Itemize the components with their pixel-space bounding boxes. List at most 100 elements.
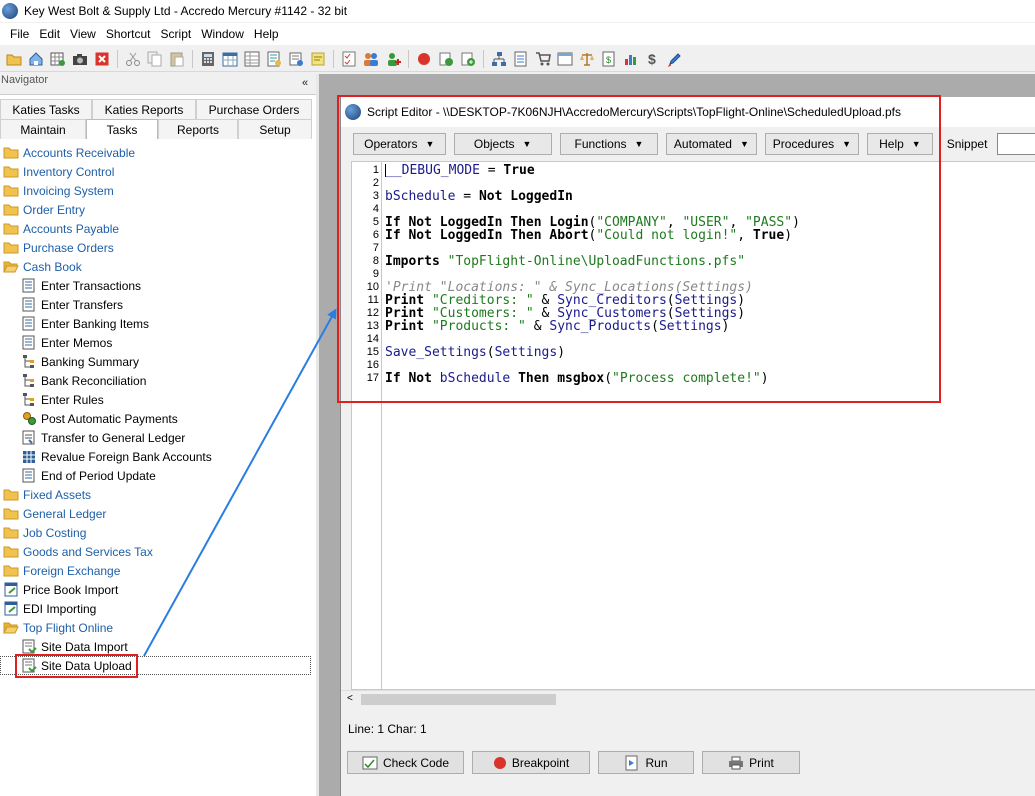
tree-item-bank-reconciliation[interactable]: Bank Reconciliation [0,371,316,390]
operators-dropdown[interactable]: Operators ▼ [353,133,446,155]
check-code-button[interactable]: Check Code [347,751,464,774]
automated-dropdown[interactable]: Automated ▼ [666,133,757,155]
tab-katies-reports[interactable]: Katies Reports [92,99,196,119]
person-add-icon[interactable] [382,49,403,69]
folder-icon [3,165,19,179]
tree-item-general-ledger[interactable]: General Ledger [0,504,316,523]
tree-item-enter-transactions[interactable]: Enter Transactions [0,276,316,295]
tab-tasks[interactable]: Tasks [86,119,158,139]
check-code-icon [362,756,378,770]
tree-item-purchase-orders[interactable]: Purchase Orders [0,238,316,257]
note-icon[interactable] [307,49,328,69]
snippet-input[interactable] [997,133,1035,155]
refresh-green-icon[interactable] [435,49,456,69]
code-token: ) [737,306,746,321]
menu-script[interactable]: Script [156,27,197,41]
scroll-left-icon[interactable]: < [347,693,353,704]
tree-item-enter-memos[interactable]: Enter Memos [0,333,316,352]
scales-icon[interactable] [576,49,597,69]
tree-item-post-automatic-payments[interactable]: Post Automatic Payments [0,409,316,428]
menu-file[interactable]: File [5,27,34,41]
menu-edit[interactable]: Edit [34,27,65,41]
tree-item-site-data-import[interactable]: Site Data Import [0,637,316,656]
tab-setup[interactable]: Setup [238,119,312,139]
tab-maintain[interactable]: Maintain [0,119,86,139]
code-text: Save_Settings(Settings) [385,346,565,359]
copy-icon[interactable] [144,49,165,69]
table-icon[interactable] [241,49,262,69]
dollar-icon[interactable]: $ [642,49,663,69]
add-green-icon[interactable] [457,49,478,69]
rocket-icon[interactable] [664,49,685,69]
stop-icon[interactable] [413,49,434,69]
tree-item-price-book-import[interactable]: Price Book Import [0,580,316,599]
menu-shortcut[interactable]: Shortcut [101,27,156,41]
svg-text:$: $ [606,55,611,65]
line-number: 6 [372,229,379,241]
open-folder-icon[interactable] [3,49,24,69]
tree-item-cash-book[interactable]: Cash Book [0,257,316,276]
document-icon[interactable] [285,49,306,69]
camera-icon[interactable] [69,49,90,69]
checklist-icon[interactable] [338,49,359,69]
people-icon[interactable] [360,49,381,69]
objects-dropdown[interactable]: Objects ▼ [453,133,552,155]
help-dropdown[interactable]: Help ▼ [867,133,933,155]
scrollbar-thumb[interactable] [361,694,556,705]
horizontal-scrollbar[interactable]: < [341,690,1035,707]
tree-item-order-entry[interactable]: Order Entry [0,200,316,219]
tree-item-fixed-assets[interactable]: Fixed Assets [0,485,316,504]
run-button[interactable]: Run [598,751,694,774]
functions-dropdown[interactable]: Functions ▼ [559,133,659,155]
menu-window[interactable]: Window [196,27,249,41]
tab-reports[interactable]: Reports [158,119,238,139]
tree-item-enter-transfers[interactable]: Enter Transfers [0,295,316,314]
tree-item-goods-and-services-tax[interactable]: Goods and Services Tax [0,542,316,561]
print-button[interactable]: Print [702,751,800,774]
line-number: 17 [366,372,379,384]
window-icon[interactable] [554,49,575,69]
line-number: 11 [367,294,379,306]
org-chart-icon[interactable] [488,49,509,69]
report-icon[interactable] [510,49,531,69]
paste-icon[interactable] [166,49,187,69]
tree-item-end-of-period-update[interactable]: End of Period Update [0,466,316,485]
tree-item-edi-importing[interactable]: EDI Importing [0,599,316,618]
menu-help[interactable]: Help [249,27,284,41]
tree-item-accounts-receivable[interactable]: Accounts Receivable [0,143,316,162]
grid-refresh-icon[interactable] [47,49,68,69]
tree-item-transfer-to-general-ledger[interactable]: Transfer to General Ledger [0,428,316,447]
tree-item-inventory-control[interactable]: Inventory Control [0,162,316,181]
tab-katies-tasks[interactable]: Katies Tasks [0,99,92,119]
tree-item-revalue-foreign-bank-accounts[interactable]: Revalue Foreign Bank Accounts [0,447,316,466]
close-red-icon[interactable] [91,49,112,69]
calendar-grid-icon[interactable] [219,49,240,69]
scissors-icon[interactable] [122,49,143,69]
navigator-tabs-row1: Katies Tasks Katies Reports Purchase Ord… [0,99,312,119]
menu-view[interactable]: View [65,27,101,41]
breakpoint-button[interactable]: Breakpoint [472,751,590,774]
cart-icon[interactable] [532,49,553,69]
dollar-doc-icon[interactable]: $ [598,49,619,69]
tree-item-banking-summary[interactable]: Banking Summary [0,352,316,371]
home-icon[interactable] [25,49,46,69]
tree-item-top-flight-online[interactable]: Top Flight Online [0,618,316,637]
chart-icon[interactable] [620,49,641,69]
tree-item-invoicing-system[interactable]: Invoicing System [0,181,316,200]
procedures-dropdown[interactable]: Procedures ▼ [764,133,860,155]
tree-item-accounts-payable[interactable]: Accounts Payable [0,219,316,238]
calculator-icon[interactable] [197,49,218,69]
tree-item-label: Invoicing System [23,183,114,198]
tree-item-enter-banking-items[interactable]: Enter Banking Items [0,314,316,333]
tree-item-job-costing[interactable]: Job Costing [0,523,316,542]
navigator-collapse-icon[interactable]: « [302,77,308,89]
form-icon[interactable] [263,49,284,69]
tab-purchase-orders[interactable]: Purchase Orders [196,99,312,119]
tree-item-enter-rules[interactable]: Enter Rules [0,390,316,409]
tree-item-foreign-exchange[interactable]: Foreign Exchange [0,561,316,580]
code-editor[interactable]: 1 __DEBUG_MODE = True 2 3 bSchedule = Not Lo… [351,161,1035,690]
code-line: 17 If Not bSchedule Then msgbox("Process … [352,372,1035,385]
window-title: Key West Bolt & Supply Ltd - Accredo Mer… [24,4,348,18]
tree-item-site-data-upload[interactable]: Site Data Upload [0,656,311,675]
